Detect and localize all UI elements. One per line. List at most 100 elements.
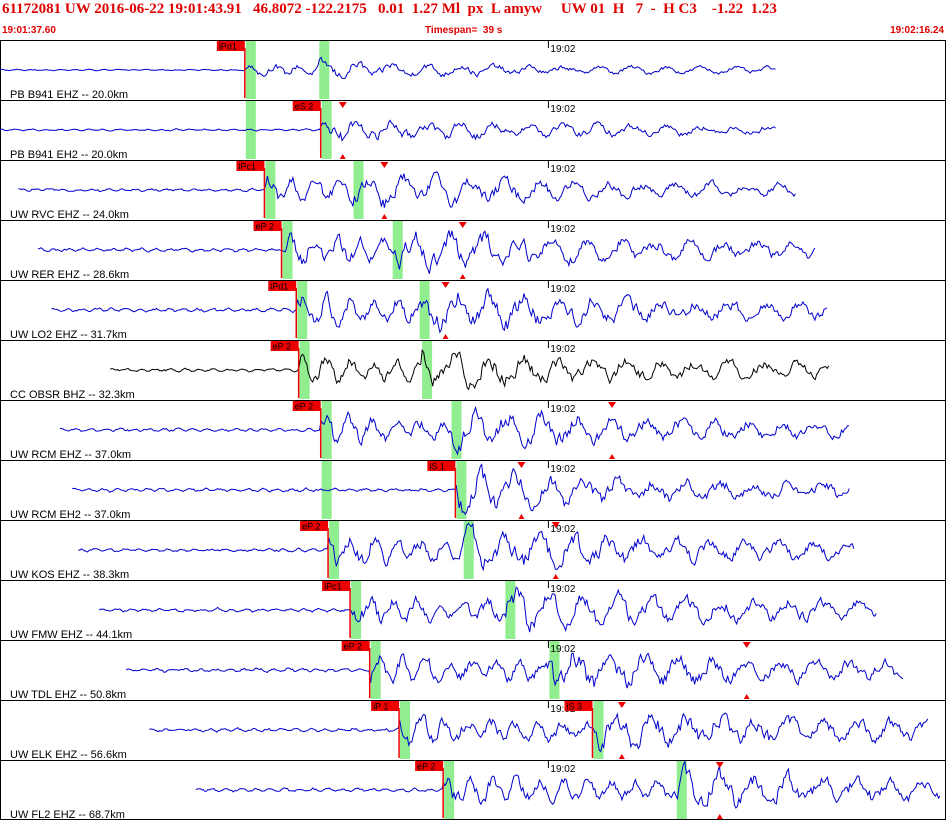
minute-label: 19:02 — [550, 164, 575, 175]
waveform-trace — [149, 712, 929, 753]
pick-label: iS 3 — [566, 702, 582, 712]
channel-label: UW RER EHZ -- 28.6km — [10, 269, 129, 281]
amplitude-marker-top — [715, 762, 724, 768]
pick-window-band — [422, 341, 433, 399]
amplitude-marker-top — [517, 462, 526, 468]
amplitude-marker-bottom — [618, 754, 625, 759]
pick-label: eP 2 — [302, 522, 320, 532]
minute-label: 19:02 — [550, 404, 575, 415]
pick-window-band — [282, 221, 293, 279]
channel-label: UW RVC EHZ -- 24.0km — [10, 209, 129, 221]
amplitude-marker-bottom — [609, 454, 616, 459]
timespan-label: Timespan= 39 s — [425, 25, 503, 36]
window-end-time: 19:02:16.24 — [890, 25, 944, 36]
channel-label: UW RCM EH2 -- 37.0km — [10, 509, 130, 521]
channel-row: 19:02 iS 1 UW RCM EH2 -- 37.0km — [0, 460, 946, 521]
pick-window-band — [593, 701, 604, 759]
panel-frame — [0, 40, 946, 820]
channel-row: 19:02 eP 2 UW FL2 EHZ -- 68.7km — [0, 760, 946, 820]
channel-label: PB B941 EHZ -- 20.0km — [10, 89, 128, 101]
waveform-trace — [0, 119, 776, 142]
channel-row: 19:02eP 2UW TDL EHZ -- 50.8km — [0, 640, 946, 701]
pick-label: iPd1 — [219, 42, 237, 52]
pick-label: eP 2 — [273, 342, 291, 352]
channel-label: CC OBSR BHZ -- 32.3km — [10, 389, 135, 401]
amplitude-marker-top — [338, 102, 347, 108]
channel-label: UW TDL EHZ -- 50.8km — [10, 689, 126, 701]
waveform-trace — [37, 230, 816, 274]
pick-window-band — [319, 41, 330, 99]
amplitude-marker-bottom — [518, 514, 525, 519]
pick-label: iPd1 — [270, 282, 288, 292]
pick-label: eP 2 — [295, 402, 313, 412]
minute-label: 19:02 — [550, 44, 575, 55]
channel-row: 19:02 eS 2 PB B941 EH2 -- 20.0km — [0, 100, 946, 161]
channel-label: UW ELK EHZ -- 56.6km — [10, 749, 127, 761]
pick-label: iP 1 — [373, 702, 388, 712]
pick-window-band — [392, 221, 403, 279]
pick-label: eP 2 — [344, 642, 362, 652]
pick-window-band — [297, 281, 308, 339]
pick-label: eS 2 — [295, 102, 314, 112]
record-header: 61172081 UW 2016-06-22 19:01:43.91 46.80… — [0, 0, 946, 40]
channel-label: PB B941 EH2 -- 20.0km — [10, 149, 127, 161]
amplitude-marker-top — [742, 642, 751, 648]
amplitude-marker-top — [458, 222, 467, 228]
pick-window-band — [444, 761, 455, 819]
waveform-trace — [98, 586, 877, 633]
event-summary-title: 61172081 UW 2016-06-22 19:01:43.91 46.80… — [2, 1, 777, 17]
amplitude-marker-bottom — [552, 574, 559, 579]
amplitude-marker-bottom — [442, 334, 449, 339]
pick-label: eP 2 — [417, 762, 435, 772]
pick-window-band — [265, 161, 276, 219]
amplitude-marker-bottom — [716, 814, 723, 819]
channel-row: 19:02 iPd1 PB B941 EHZ -- 20.0km — [0, 41, 776, 101]
pick-label: iPc1 — [324, 582, 342, 592]
amplitude-marker-bottom — [459, 274, 466, 279]
minute-label: 19:02 — [550, 344, 575, 355]
pick-window-band — [370, 641, 381, 699]
pick-window-band — [419, 281, 430, 339]
waveform-trace — [125, 652, 904, 689]
channel-label: UW FMW EHZ -- 44.1km — [10, 629, 132, 641]
pick-label: iPc1 — [238, 162, 256, 172]
channel-row: 19:02iP 1 iS 3UW ELK EHZ -- 56.6km — [0, 700, 946, 761]
channel-label: UW FL2 EHZ -- 68.7km — [10, 809, 125, 820]
channel-row: 19:02 iPc1 UW RVC EHZ -- 24.0km — [0, 160, 946, 221]
channel-label: UW KOS EHZ -- 38.3km — [10, 569, 129, 581]
channel-row: 19:02 iPc1 UW FMW EHZ -- 44.1km — [0, 580, 946, 641]
pick-window-band — [321, 401, 332, 459]
channel-row: 19:02 iPd1 UW LO2 EHZ -- 31.7km — [0, 280, 946, 341]
pick-window-band — [321, 101, 332, 159]
pick-window-band — [463, 521, 474, 579]
channel-row: 19:02 eP 2 CC OBSR BHZ -- 32.3km — [0, 340, 946, 401]
waveform-trace — [18, 171, 796, 208]
channel-row: 19:02 eP 2 UW RER EHZ -- 28.6km — [0, 220, 946, 281]
seismogram-panel[interactable]: 19:02 iPd1 PB B941 EHZ -- 20.0km 19:02 eS 2 P… — [0, 40, 946, 820]
pick-label: iS 1 — [429, 462, 445, 472]
amplitude-marker-top — [380, 162, 389, 168]
amplitude-marker-bottom — [339, 154, 346, 159]
pick-window-band — [351, 581, 362, 639]
amplitude-marker-top — [617, 702, 626, 708]
waveform-trace — [51, 287, 828, 334]
waveform-trace — [0, 56, 776, 80]
minute-label: 19:02 — [550, 584, 575, 595]
minute-label: 19:02 — [550, 284, 575, 295]
pick-label: eP 2 — [256, 222, 274, 232]
minute-label: 19:02 — [550, 104, 575, 115]
amplitude-marker-bottom — [743, 694, 750, 699]
waveform-trace — [109, 348, 830, 391]
minute-label: 19:02 — [550, 224, 575, 235]
pick-window-band — [456, 461, 467, 519]
channel-row: 19:02eP 2UW KOS EHZ -- 38.3km — [0, 520, 946, 581]
minute-label: 19:02 — [550, 764, 575, 775]
channel-label: UW LO2 EHZ -- 31.7km — [10, 329, 127, 341]
minute-label: 19:02 — [550, 464, 575, 475]
channel-row: 19:02 eP 2 UW RCM EHZ -- 37.0km — [0, 400, 946, 461]
amplitude-marker-top — [441, 282, 450, 288]
channel-label: UW RCM EHZ -- 37.0km — [10, 449, 131, 461]
amplitude-marker-top — [608, 402, 617, 408]
window-start-time: 19:01:37.60 — [2, 25, 56, 36]
amplitude-marker-bottom — [381, 214, 388, 219]
